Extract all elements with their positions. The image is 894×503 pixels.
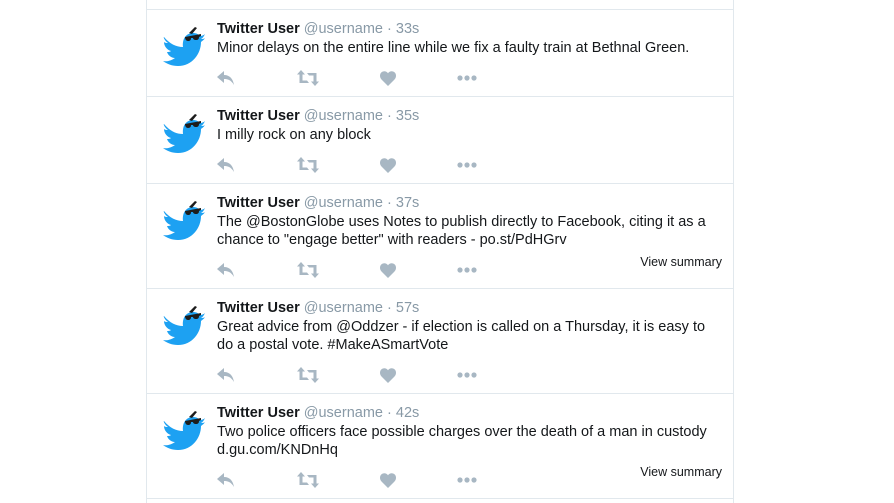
reply-icon bbox=[217, 263, 234, 277]
more-dots-icon bbox=[457, 372, 477, 378]
tweet[interactable]: Twitter User @username · 37s The @Boston… bbox=[147, 184, 733, 289]
tweet-actions bbox=[217, 68, 487, 88]
author-handle[interactable]: @username bbox=[304, 108, 383, 124]
heart-icon bbox=[380, 367, 396, 383]
tweet-timestamp[interactable]: 57s bbox=[396, 300, 419, 316]
tweet[interactable]: Twitter User @username · 42s Two police … bbox=[147, 394, 733, 499]
twitter-bird-with-sunglasses-icon bbox=[163, 201, 205, 240]
retweet-icon bbox=[297, 262, 319, 278]
tweet-header: Twitter User @username · 57s bbox=[217, 299, 723, 317]
author-name[interactable]: Twitter User bbox=[217, 300, 300, 316]
tweet-actions bbox=[217, 365, 487, 385]
separator-dot: · bbox=[387, 108, 392, 124]
reply-button[interactable] bbox=[217, 260, 235, 280]
tweet-header: Twitter User @username · 42s bbox=[217, 404, 723, 422]
retweet-icon bbox=[297, 70, 319, 86]
tweet[interactable]: Twitter User @username · 33s Minor delay… bbox=[147, 10, 733, 97]
tweet-content: Twitter User @username · 33s Minor delay… bbox=[217, 20, 723, 57]
more-dots-icon bbox=[457, 267, 477, 273]
tweet-text: I milly rock on any block bbox=[217, 127, 371, 143]
tweet-actions bbox=[217, 155, 487, 175]
twitter-bird-with-sunglasses-icon bbox=[163, 306, 205, 345]
avatar[interactable] bbox=[161, 408, 205, 452]
like-button[interactable] bbox=[380, 470, 396, 490]
more-options-button[interactable] bbox=[457, 260, 477, 280]
avatar[interactable] bbox=[161, 24, 205, 68]
author-name[interactable]: Twitter User bbox=[217, 405, 300, 421]
tweet-actions bbox=[217, 260, 487, 280]
avatar[interactable] bbox=[161, 303, 205, 347]
reply-icon bbox=[217, 473, 234, 487]
more-options-button[interactable] bbox=[457, 155, 477, 175]
separator-dot: · bbox=[387, 405, 392, 421]
like-button[interactable] bbox=[380, 260, 396, 280]
tweet[interactable]: Twitter User @username · 57s Great advic… bbox=[147, 289, 733, 394]
tweet-text: Two police officers face possible charge… bbox=[217, 424, 707, 458]
tweet-timestamp[interactable]: 35s bbox=[396, 108, 419, 124]
tweet-header: Twitter User @username · 35s bbox=[217, 107, 723, 125]
tweet-header: Twitter User @username · 33s bbox=[217, 20, 723, 38]
tweet-timestamp[interactable]: 37s bbox=[396, 195, 419, 211]
previous-tweet-edge bbox=[147, 0, 733, 10]
more-options-button[interactable] bbox=[457, 470, 477, 490]
like-button[interactable] bbox=[380, 365, 396, 385]
tweet-header: Twitter User @username · 37s bbox=[217, 194, 723, 212]
tweet-timestamp[interactable]: 33s bbox=[396, 21, 419, 37]
more-dots-icon bbox=[457, 75, 477, 81]
tweet-content: Twitter User @username · 35s I milly roc… bbox=[217, 107, 723, 144]
reply-button[interactable] bbox=[217, 68, 235, 88]
reply-button[interactable] bbox=[217, 365, 235, 385]
tweet-content: Twitter User @username · 42s Two police … bbox=[217, 404, 723, 459]
heart-icon bbox=[380, 70, 396, 86]
more-options-button[interactable] bbox=[457, 365, 477, 385]
tweet-text: The @BostonGlobe uses Notes to publish d… bbox=[217, 214, 706, 248]
heart-icon bbox=[380, 157, 396, 173]
author-name[interactable]: Twitter User bbox=[217, 21, 300, 37]
heart-icon bbox=[380, 472, 396, 488]
tweet-actions bbox=[217, 470, 487, 490]
author-name[interactable]: Twitter User bbox=[217, 195, 300, 211]
reply-icon bbox=[217, 368, 234, 382]
retweet-icon bbox=[297, 157, 319, 173]
author-handle[interactable]: @username bbox=[304, 195, 383, 211]
reply-icon bbox=[217, 71, 234, 85]
tweet-timestamp[interactable]: 42s bbox=[396, 405, 419, 421]
author-handle[interactable]: @username bbox=[304, 405, 383, 421]
more-dots-icon bbox=[457, 477, 477, 483]
twitter-bird-with-sunglasses-icon bbox=[163, 411, 205, 450]
tweet-content: Twitter User @username · 57s Great advic… bbox=[217, 299, 723, 354]
author-handle[interactable]: @username bbox=[304, 300, 383, 316]
twitter-bird-with-sunglasses-icon bbox=[163, 114, 205, 153]
view-summary-link[interactable]: View summary bbox=[640, 255, 722, 269]
avatar[interactable] bbox=[161, 111, 205, 155]
separator-dot: · bbox=[387, 195, 392, 211]
retweet-button[interactable] bbox=[297, 260, 319, 280]
like-button[interactable] bbox=[380, 155, 396, 175]
retweet-button[interactable] bbox=[297, 365, 319, 385]
more-options-button[interactable] bbox=[457, 68, 477, 88]
retweet-button[interactable] bbox=[297, 68, 319, 88]
tweet-text: Great advice from @Oddzer - if election … bbox=[217, 319, 706, 353]
more-dots-icon bbox=[457, 162, 477, 168]
like-button[interactable] bbox=[380, 68, 396, 88]
reply-button[interactable] bbox=[217, 155, 235, 175]
tweet-content: Twitter User @username · 37s The @Boston… bbox=[217, 194, 723, 249]
heart-icon bbox=[380, 262, 396, 278]
retweet-button[interactable] bbox=[297, 155, 319, 175]
retweet-button[interactable] bbox=[297, 470, 319, 490]
retweet-icon bbox=[297, 472, 319, 488]
author-name[interactable]: Twitter User bbox=[217, 108, 300, 124]
separator-dot: · bbox=[387, 21, 392, 37]
twitter-bird-with-sunglasses-icon bbox=[163, 27, 205, 66]
reply-button[interactable] bbox=[217, 470, 235, 490]
separator-dot: · bbox=[387, 300, 392, 316]
tweet-text: Minor delays on the entire line while we… bbox=[217, 40, 690, 56]
tweet-timeline: Twitter User @username · 33s Minor delay… bbox=[146, 0, 734, 503]
retweet-icon bbox=[297, 367, 319, 383]
view-summary-link[interactable]: View summary bbox=[640, 465, 722, 479]
tweet[interactable]: Twitter User @username · 35s I milly roc… bbox=[147, 97, 733, 184]
reply-icon bbox=[217, 158, 234, 172]
avatar[interactable] bbox=[161, 198, 205, 242]
author-handle[interactable]: @username bbox=[304, 21, 383, 37]
